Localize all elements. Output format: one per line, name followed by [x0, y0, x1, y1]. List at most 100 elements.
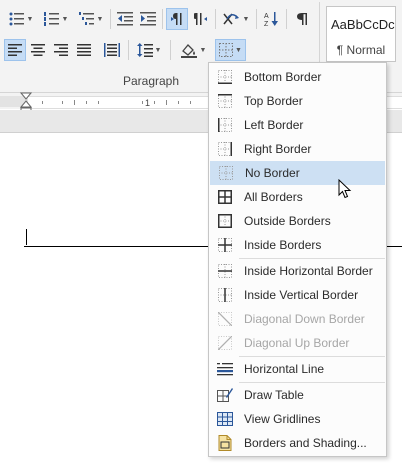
ruler-tick: [166, 100, 167, 105]
separator: [215, 9, 216, 29]
ruler-tick: [142, 101, 143, 104]
borders-dropdown-menu: Bottom Border Top Border Left Border Rig…: [208, 62, 387, 457]
menu-item-no-border[interactable]: No Border: [210, 161, 385, 185]
sort-button[interactable]: AZ: [261, 8, 283, 30]
justify-button[interactable]: [73, 39, 95, 61]
ruler-tick: [42, 101, 43, 104]
center-icon: [31, 44, 45, 56]
right-border-icon: [217, 141, 233, 157]
right-to-left-icon: [194, 13, 207, 25]
text-cursor: [26, 229, 27, 245]
bullets-button[interactable]: ▼: [4, 8, 38, 30]
asian-layout-icon: [222, 13, 239, 25]
align-left-icon: [8, 44, 22, 56]
inside-horizontal-border-icon: [217, 263, 233, 279]
shading-button[interactable]: ▼: [175, 39, 211, 61]
increase-indent-icon: [140, 12, 156, 26]
menu-item-horizontal-line[interactable]: Horizontal Line: [210, 357, 385, 381]
menu-item-inside-vertical-border[interactable]: Inside Vertical Border: [210, 283, 385, 307]
center-button[interactable]: [27, 39, 49, 61]
ruler-tick: [154, 101, 155, 104]
inside-vertical-border-icon: [217, 287, 233, 303]
line-spacing-button[interactable]: ▼: [132, 39, 166, 61]
show-marks-icon: [297, 13, 307, 25]
chevron-down-icon: ▼: [199, 46, 207, 54]
style-sample-text: AaBbCcDc: [331, 17, 395, 32]
line-spacing-icon: [136, 43, 153, 57]
no-border-icon: [218, 165, 234, 181]
ruler-tick: [74, 100, 75, 105]
show-marks-button[interactable]: [291, 8, 313, 30]
ruler-tick: [98, 101, 99, 104]
ruler-tick: [62, 101, 63, 104]
asian-layout-button[interactable]: ▼: [219, 8, 253, 30]
menu-item-draw-table[interactable]: Draw Table: [210, 383, 385, 407]
separator: [256, 9, 257, 29]
all-borders-icon: [217, 189, 233, 205]
numbering-button[interactable]: ▼: [40, 8, 72, 30]
bullets-icon: [9, 12, 24, 26]
outside-borders-icon: [217, 213, 233, 229]
diagonal-down-border-icon: [217, 311, 233, 327]
menu-item-view-gridlines[interactable]: View Gridlines: [210, 407, 385, 431]
menu-item-top-border[interactable]: Top Border: [210, 89, 385, 113]
align-left-button[interactable]: [4, 39, 26, 61]
left-to-right-button[interactable]: [166, 8, 188, 30]
ruler-tick: [190, 101, 191, 104]
horizontal-line-icon: [217, 361, 233, 377]
multilevel-list-icon: [78, 12, 94, 25]
svg-text:Z: Z: [264, 21, 269, 27]
left-border-icon: [217, 117, 233, 133]
menu-item-outside-borders[interactable]: Outside Borders: [210, 209, 385, 233]
bottom-border-icon: [217, 69, 233, 85]
separator: [162, 9, 163, 29]
menu-item-inside-borders[interactable]: Inside Borders: [210, 233, 385, 257]
ruler-tick: [86, 101, 87, 104]
align-right-icon: [54, 44, 68, 56]
svg-text:A: A: [264, 13, 269, 20]
separator: [128, 40, 129, 60]
top-border-icon: [217, 93, 233, 109]
increase-indent-button[interactable]: [137, 8, 159, 30]
chevron-down-icon: ▼: [154, 46, 162, 54]
style-name: ¶ Normal: [336, 43, 386, 57]
multilevel-list-button[interactable]: ▼: [74, 8, 108, 30]
style-normal-tile[interactable]: AaBbCcDc ¶ Normal: [326, 6, 396, 62]
menu-item-all-borders[interactable]: All Borders: [210, 185, 385, 209]
chevron-down-icon: ▼: [96, 15, 104, 23]
separator: [110, 9, 111, 29]
draw-table-icon: [217, 387, 233, 403]
right-to-left-button[interactable]: [190, 8, 212, 30]
menu-item-right-border[interactable]: Right Border: [210, 137, 385, 161]
chevron-down-icon: ▼: [235, 46, 242, 54]
mouse-pointer-icon: [338, 179, 352, 199]
distributed-icon: [104, 43, 120, 57]
decrease-indent-button[interactable]: [114, 8, 136, 30]
borders-button[interactable]: ▼: [215, 39, 246, 61]
shading-icon: [180, 44, 197, 58]
chevron-down-icon: ▼: [242, 15, 250, 23]
menu-item-diagonal-down-border[interactable]: Diagonal Down Border: [210, 307, 385, 331]
align-right-button[interactable]: [50, 39, 72, 61]
decrease-indent-icon: [117, 12, 133, 26]
chevron-down-icon: ▼: [61, 15, 69, 23]
menu-item-inside-horizontal-border[interactable]: Inside Horizontal Border: [210, 259, 385, 283]
menu-item-borders-and-shading[interactable]: Borders and Shading...: [210, 431, 385, 455]
menu-item-bottom-border[interactable]: Bottom Border: [210, 65, 385, 89]
diagonal-up-border-icon: [217, 335, 233, 351]
inside-borders-icon: [217, 237, 233, 253]
borders-icon: [219, 43, 234, 57]
ruler-number: 1: [145, 98, 151, 108]
separator: [286, 9, 287, 29]
justify-icon: [77, 44, 91, 56]
menu-item-diagonal-up-border[interactable]: Diagonal Up Border: [210, 331, 385, 355]
menu-item-left-border[interactable]: Left Border: [210, 113, 385, 137]
borders-and-shading-icon: [217, 435, 233, 451]
sort-icon: AZ: [264, 12, 278, 27]
ruler-tick: [178, 101, 179, 104]
view-gridlines-icon: [217, 411, 233, 427]
numbering-icon: [43, 12, 59, 26]
distributed-button[interactable]: [100, 39, 124, 61]
chevron-down-icon: ▼: [26, 15, 34, 23]
separator: [170, 40, 171, 60]
